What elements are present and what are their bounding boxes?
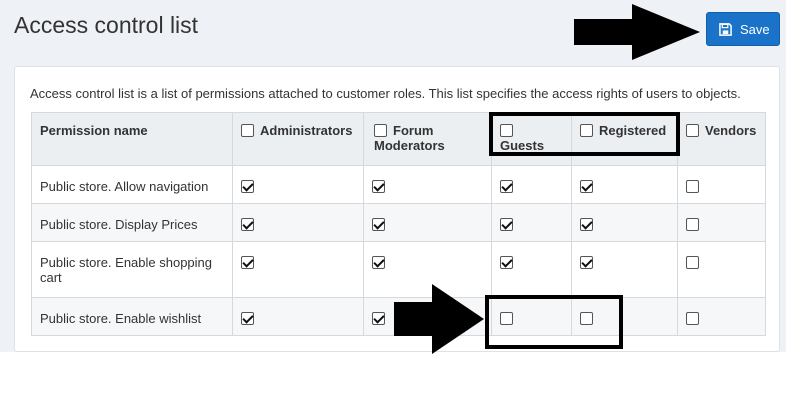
permission-checkbox-registered[interactable]: [580, 256, 593, 269]
permission-cell-registered: [571, 203, 678, 242]
select-all-administrators-checkbox[interactable]: [241, 124, 254, 137]
permission-checkbox-forum-moderators[interactable]: [372, 218, 385, 231]
permission-cell-vendors: [677, 241, 766, 298]
permission-checkbox-guests[interactable]: [500, 180, 513, 193]
permission-name-cell: Public store. Enable wishlist: [31, 297, 233, 336]
permission-checkbox-registered[interactable]: [580, 218, 593, 231]
annotation-box-wishlist: [485, 295, 623, 349]
permission-checkbox-forum-moderators[interactable]: [372, 312, 385, 325]
permission-checkbox-administrators[interactable]: [241, 218, 254, 231]
permission-cell-administrators: [232, 297, 364, 336]
permission-checkbox-forum-moderators[interactable]: [372, 180, 385, 193]
select-all-forum-moderators-checkbox[interactable]: [374, 124, 387, 137]
table-row: Public store. Display Prices: [31, 203, 766, 242]
permission-checkbox-vendors[interactable]: [686, 256, 699, 269]
permission-cell-vendors: [677, 203, 766, 242]
permission-checkbox-vendors[interactable]: [686, 312, 699, 325]
table-row: Public store. Allow navigation: [31, 165, 766, 204]
permission-cell-administrators: [232, 165, 364, 204]
role-header-vendors: Vendors: [677, 112, 766, 166]
permission-checkbox-administrators[interactable]: [241, 180, 254, 193]
role-label: Vendors: [705, 123, 757, 138]
annotation-arrow-icon: [394, 284, 484, 354]
annotation-arrow-icon: [574, 4, 700, 60]
select-all-vendors-checkbox[interactable]: [686, 124, 699, 137]
permission-name-header: Permission name: [31, 112, 233, 166]
floppy-disk-icon: [719, 22, 732, 36]
permission-cell-forum-moderators: [363, 165, 492, 204]
permission-cell-vendors: [677, 297, 766, 336]
permission-checkbox-registered[interactable]: [580, 180, 593, 193]
save-button[interactable]: Save: [706, 12, 780, 46]
permission-cell-administrators: [232, 241, 364, 298]
annotation-box-header: [489, 112, 680, 156]
permission-checkbox-vendors[interactable]: [686, 180, 699, 193]
role-header-administrators: Administrators: [232, 112, 364, 166]
role-label: Administrators: [260, 123, 353, 138]
role-header-forum-moderators: Forum Moderators: [363, 112, 492, 166]
page-title: Access control list: [14, 12, 199, 38]
acl-description: Access control list is a list of permiss…: [30, 86, 741, 101]
permission-checkbox-guests[interactable]: [500, 218, 513, 231]
permission-name-cell: Public store. Display Prices: [31, 203, 233, 242]
permission-cell-guests: [491, 165, 572, 204]
permission-cell-vendors: [677, 165, 766, 204]
permission-checkbox-guests[interactable]: [500, 256, 513, 269]
permission-name-cell: Public store. Allow navigation: [31, 165, 233, 204]
permission-cell-guests: [491, 203, 572, 242]
permission-cell-forum-moderators: [363, 203, 492, 242]
permission-cell-registered: [571, 165, 678, 204]
permission-cell-registered: [571, 241, 678, 298]
permission-checkbox-forum-moderators[interactable]: [372, 256, 385, 269]
permission-checkbox-vendors[interactable]: [686, 218, 699, 231]
save-button-label: Save: [740, 21, 770, 37]
permission-cell-administrators: [232, 203, 364, 242]
permission-checkbox-administrators[interactable]: [241, 312, 254, 325]
permission-checkbox-administrators[interactable]: [241, 256, 254, 269]
permission-cell-guests: [491, 241, 572, 298]
permission-name-cell: Public store. Enable shopping cart: [31, 241, 233, 298]
